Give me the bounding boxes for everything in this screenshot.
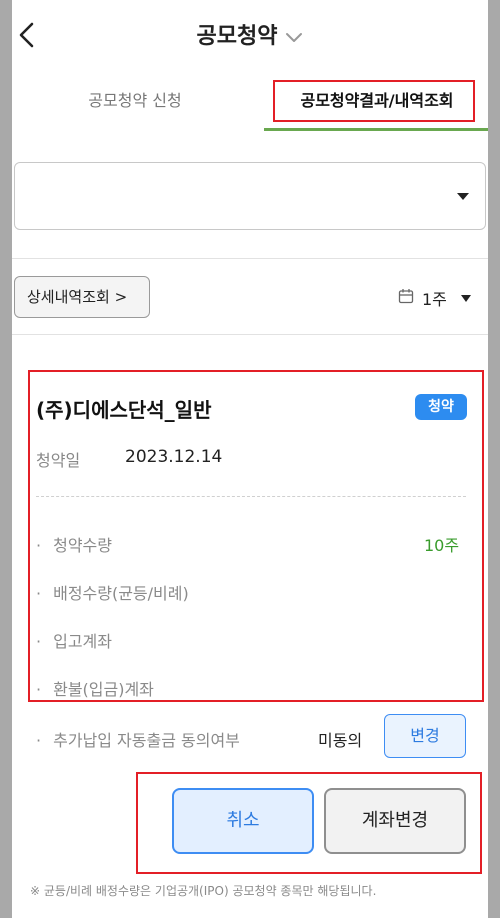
right-gutter [488, 0, 500, 918]
footnote: ※ 균등/비례 배정수량은 기업공개(IPO) 공모청약 종목만 해당됩니다. [30, 884, 377, 898]
subscription-date-label: 청약일 [36, 451, 81, 470]
divider [0, 258, 500, 259]
row-refund-account: · 환불(입금)계좌 [36, 680, 154, 699]
tab-subscription-apply[interactable]: 공모청약 신청 [30, 72, 240, 130]
page-title-dropdown[interactable]: 공모청약 [0, 18, 500, 50]
divider [0, 334, 500, 335]
caret-down-icon [460, 294, 471, 302]
calendar-icon [398, 288, 414, 308]
row-subscription-quantity: · 청약수량 [36, 536, 112, 555]
subscription-quantity-value: 10주 [424, 536, 460, 555]
tab-subscription-result[interactable]: 공모청약결과/내역조회 [264, 72, 490, 130]
row-allocation-quantity: · 배정수량(균등/비례) [36, 584, 189, 603]
left-gutter [0, 0, 12, 918]
account-select[interactable] [14, 162, 486, 230]
cancel-button[interactable]: 취소 [172, 788, 314, 854]
detail-history-button[interactable]: 상세내역조회 > [14, 276, 150, 318]
subscription-date-value: 2023.12.14 [125, 447, 223, 467]
tab-bar: 공모청약 신청 공모청약결과/내역조회 [0, 72, 500, 132]
period-selector[interactable]: 1주 [398, 286, 471, 310]
row-label: 배정수량(균등/비례) [53, 584, 189, 603]
caret-down-icon [457, 193, 469, 200]
row-label: 환불(입금)계좌 [53, 680, 154, 699]
agreement-change-button[interactable]: 변경 [384, 714, 466, 758]
auto-withdraw-agree-label: · 추가납입 자동출금 동의여부 [36, 731, 240, 750]
dashed-divider [36, 496, 466, 497]
row-label: 입고계좌 [53, 632, 112, 651]
chevron-down-icon [285, 25, 303, 50]
active-tab-underline [264, 128, 496, 131]
change-account-button[interactable]: 계좌변경 [324, 788, 466, 854]
top-header: 공모청약 [0, 0, 500, 72]
row-label: 청약수량 [53, 536, 112, 555]
row-deposit-account: · 입고계좌 [36, 632, 112, 651]
period-value: 1주 [422, 290, 447, 309]
status-badge: 청약 [415, 394, 467, 420]
auto-withdraw-agree-value: 미동의 [318, 731, 363, 750]
stock-name: (주)디에스단석_일반 [36, 398, 212, 422]
page-title: 공모청약 [196, 24, 278, 49]
